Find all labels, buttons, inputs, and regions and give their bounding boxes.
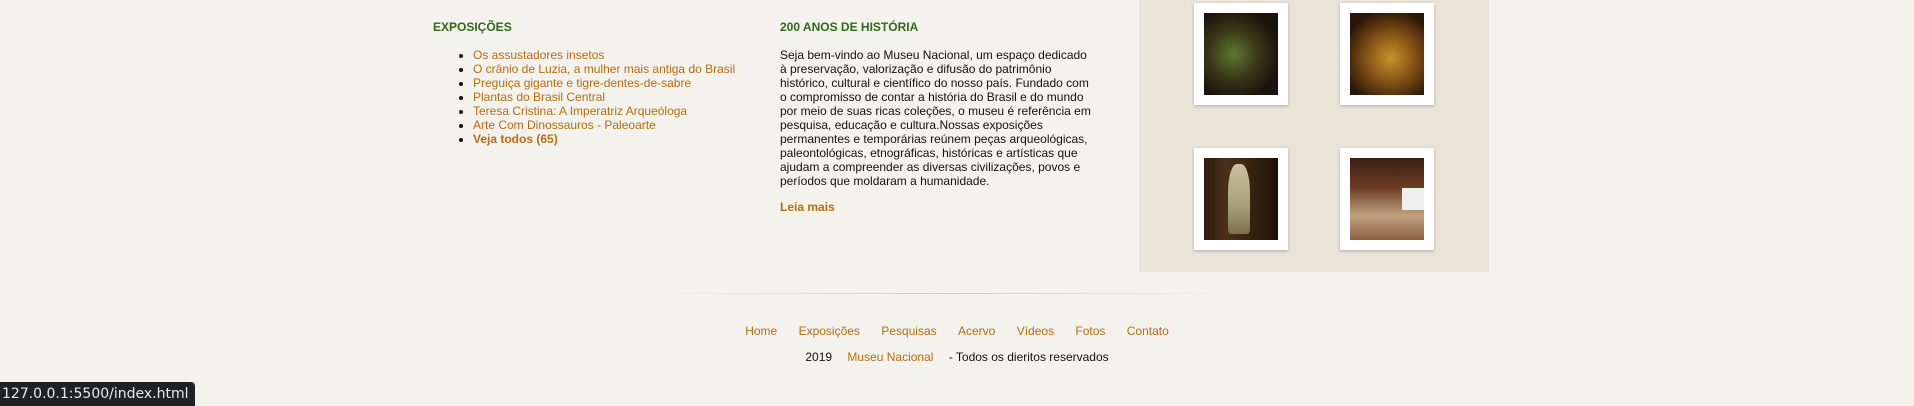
exposicao-link[interactable]: Os assustadores insetos: [473, 48, 604, 62]
historia-section: 200 ANOS DE HISTÓRIA Seja bem-vindo ao M…: [780, 20, 1095, 214]
exhibit-photo: [1350, 158, 1424, 240]
footer-link-videos[interactable]: Vídeos: [1017, 324, 1054, 338]
copyright-text: - Todos os dieritos reservados: [948, 350, 1109, 364]
copyright: 2019 Museu Nacional - Todos os dieritos …: [0, 350, 1914, 364]
exposicao-link[interactable]: Preguiça gigante e tigre-dentes-de-sabre: [473, 76, 691, 90]
exhibit-photo: [1204, 158, 1278, 240]
footer-link-contato[interactable]: Contato: [1127, 324, 1169, 338]
footer-link-home[interactable]: Home: [745, 324, 777, 338]
copyright-year: 2019: [805, 350, 833, 364]
list-item: O crânio de Luzia, a mulher mais antiga …: [473, 62, 753, 76]
status-bar-url: 127.0.0.1:5500/index.html: [0, 382, 195, 406]
footer-divider: [660, 293, 1230, 294]
gallery-photo[interactable]: [1194, 148, 1288, 250]
footer-link-pesquisas[interactable]: Pesquisas: [881, 324, 936, 338]
exhibit-photo: [1204, 13, 1278, 95]
list-item: Veja todos (65): [473, 132, 753, 146]
footer-link-acervo[interactable]: Acervo: [958, 324, 995, 338]
footer-link-exposicoes[interactable]: Exposições: [799, 324, 860, 338]
exposicoes-title: EXPOSIÇÕES: [433, 20, 512, 34]
footer-link-fotos[interactable]: Fotos: [1075, 324, 1105, 338]
gallery-photo[interactable]: [1340, 148, 1434, 250]
list-item: Arte Com Dinossauros - Paleoarte: [473, 118, 753, 132]
exposicoes-list: Os assustadores insetos O crânio de Luzi…: [433, 48, 753, 146]
gallery-photo[interactable]: [1194, 3, 1288, 105]
list-item: Preguiça gigante e tigre-dentes-de-sabre: [473, 76, 753, 90]
list-item: Os assustadores insetos: [473, 48, 753, 62]
list-item: Teresa Cristina: A Imperatriz Arqueóloga: [473, 104, 753, 118]
gallery-photo[interactable]: [1340, 3, 1434, 105]
exposicoes-section: EXPOSIÇÕES Os assustadores insetos O crâ…: [433, 20, 753, 146]
exposicao-link[interactable]: Teresa Cristina: A Imperatriz Arqueóloga: [473, 104, 687, 118]
museum-link[interactable]: Museu Nacional: [847, 350, 933, 364]
historia-title: 200 ANOS DE HISTÓRIA: [780, 20, 919, 34]
read-more-link[interactable]: Leia mais: [780, 200, 1095, 214]
exposicao-link[interactable]: O crânio de Luzia, a mulher mais antiga …: [473, 62, 735, 76]
historia-text: Seja bem-vindo ao Museu Nacional, um esp…: [780, 48, 1091, 188]
exposicao-link[interactable]: Plantas do Brasil Central: [473, 90, 605, 104]
exhibit-photo: [1350, 13, 1424, 95]
photo-gallery: [1139, 0, 1489, 272]
exposicao-link[interactable]: Arte Com Dinossauros - Paleoarte: [473, 118, 656, 132]
footer-nav: Home Exposições Pesquisas Acervo Vídeos …: [0, 324, 1914, 338]
list-item: Plantas do Brasil Central: [473, 90, 753, 104]
see-all-link[interactable]: Veja todos (65): [473, 132, 558, 146]
